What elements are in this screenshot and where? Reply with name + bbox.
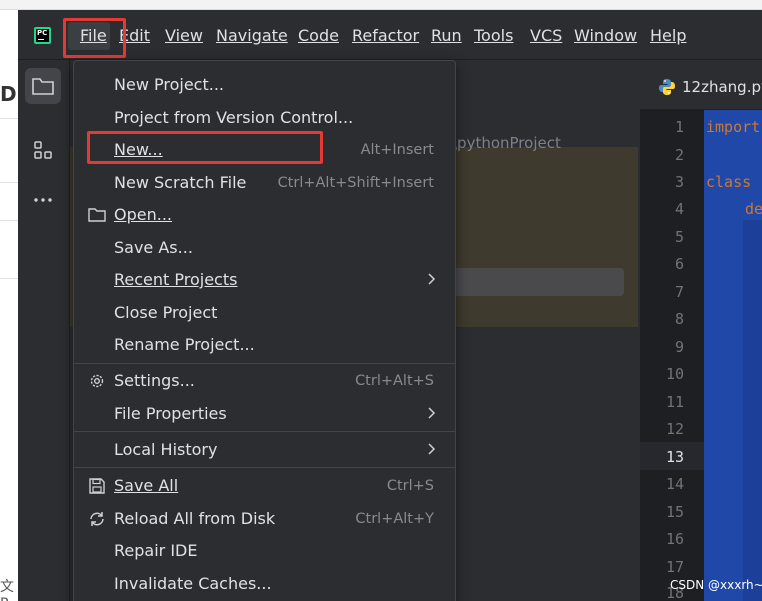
menu-separator xyxy=(74,431,455,432)
project-path: \pythonProject xyxy=(452,134,561,152)
line-number: 1 xyxy=(674,118,684,136)
menu-item-shortcut: Alt+Insert xyxy=(360,142,434,158)
line-number: 17 xyxy=(665,558,684,576)
menu-item-repair-ide[interactable]: Repair IDE xyxy=(74,535,455,567)
menu-item-label: Settings... xyxy=(114,371,195,390)
menu-item-invalidate-caches[interactable]: Invalidate Caches... xyxy=(74,568,455,600)
menu-item-label: Recent Projects xyxy=(114,270,238,289)
menu-item-label: Rename Project... xyxy=(114,335,255,354)
menu-item-shortcut: Ctrl+S xyxy=(386,478,434,494)
divider xyxy=(0,118,18,119)
menu-item-label: Local History xyxy=(114,440,218,459)
line-number: 3 xyxy=(674,173,684,191)
menu-item-save-all[interactable]: Save All Ctrl+S xyxy=(74,470,455,502)
menu-item-label: New Project... xyxy=(114,75,224,94)
divider xyxy=(0,182,18,183)
line-number: 10 xyxy=(665,365,684,383)
menu-code[interactable]: Code xyxy=(298,25,339,47)
line-number-current: 13 xyxy=(665,448,684,466)
menu-item-label: Repair IDE xyxy=(114,541,198,560)
menu-separator xyxy=(74,363,455,364)
chevron-right-icon xyxy=(428,273,436,285)
menu-item-close-project[interactable]: Close Project xyxy=(74,297,455,329)
new-item-red-annotation xyxy=(87,131,323,164)
menu-item-shortcut: Ctrl+Alt+Shift+Insert xyxy=(277,175,434,191)
menu-item-open[interactable]: Open... xyxy=(74,199,455,231)
page-left-edge: DI 文P xyxy=(0,10,24,601)
save-icon xyxy=(89,478,105,494)
editor-tab-label[interactable]: 12zhang.py xyxy=(682,78,762,96)
menu-item-new-project[interactable]: New Project... xyxy=(74,69,455,101)
line-number: 4 xyxy=(674,200,684,218)
logo-text: PC xyxy=(37,29,48,37)
code-keyword: class xyxy=(706,173,752,191)
menu-item-label: New Scratch File xyxy=(114,173,247,192)
folder-icon xyxy=(88,208,106,222)
tool-window-bar xyxy=(18,60,70,601)
line-number: 6 xyxy=(674,255,684,273)
menu-item-reload-all[interactable]: Reload All from Disk Ctrl+Alt+Y xyxy=(74,503,455,535)
menu-window[interactable]: Window xyxy=(574,25,637,47)
menu-run[interactable]: Run xyxy=(431,25,462,47)
menu-item-rename-project[interactable]: Rename Project... xyxy=(74,329,455,361)
menu-separator xyxy=(74,467,455,468)
menu-navigate[interactable]: Navigate xyxy=(216,25,288,47)
code-keyword: import xyxy=(706,118,761,136)
line-number: 8 xyxy=(674,310,684,328)
browser-top-strip xyxy=(0,0,762,10)
structure-tool-button[interactable] xyxy=(25,132,61,168)
code-keyword: de xyxy=(745,200,762,218)
menu-item-settings[interactable]: Settings... Ctrl+Alt+S xyxy=(74,365,455,397)
menu-item-recent-projects[interactable]: Recent Projects xyxy=(74,264,455,296)
line-number: 2 xyxy=(674,146,684,164)
menu-item-label: Open... xyxy=(114,205,172,224)
menu-tools[interactable]: Tools xyxy=(474,25,513,47)
gear-icon xyxy=(90,374,104,388)
menu-item-label: Invalidate Caches... xyxy=(114,574,272,593)
line-number: 7 xyxy=(674,283,684,301)
line-number: 14 xyxy=(665,475,684,493)
divider xyxy=(0,220,18,221)
menu-item-label: Save As... xyxy=(114,238,193,257)
line-number: 5 xyxy=(674,228,684,246)
more-icon xyxy=(34,198,52,202)
code-block-indent xyxy=(743,220,762,601)
chevron-right-icon xyxy=(428,443,436,455)
menu-view[interactable]: View xyxy=(165,25,203,47)
menu-item-label: File Properties xyxy=(114,404,227,423)
menu-item-new-scratch-file[interactable]: New Scratch File Ctrl+Alt+Shift+Insert xyxy=(74,167,455,199)
python-file-icon xyxy=(659,79,675,95)
reload-icon xyxy=(90,512,104,526)
pycharm-logo[interactable]: PC xyxy=(34,27,51,44)
menu-item-label: Project from Version Control... xyxy=(114,108,354,127)
menu-help[interactable]: Help xyxy=(650,25,686,47)
ide-window: PC File Edit View Navigate Code Refactor… xyxy=(18,10,762,601)
more-tools-button[interactable] xyxy=(25,182,61,218)
page-fragment-text: 文P xyxy=(0,579,14,601)
folder-icon xyxy=(32,78,54,95)
menu-vcs[interactable]: VCS xyxy=(530,25,562,47)
menu-item-shortcut: Ctrl+Alt+S xyxy=(355,373,434,389)
menu-item-label: Close Project xyxy=(114,303,218,322)
menu-item-project-from-vcs[interactable]: Project from Version Control... xyxy=(74,102,455,134)
watermark: CSDN @xxxrh~ xyxy=(670,578,762,592)
line-number: 12 xyxy=(665,420,684,438)
menu-item-label: Save All xyxy=(114,476,179,495)
menu-item-local-history[interactable]: Local History xyxy=(74,434,455,466)
menu-item-file-properties[interactable]: File Properties xyxy=(74,398,455,430)
menu-item-save-as[interactable]: Save As... xyxy=(74,232,455,264)
line-number: 9 xyxy=(674,338,684,356)
project-tool-button[interactable] xyxy=(25,68,61,104)
line-number: 15 xyxy=(665,503,684,521)
line-number: 11 xyxy=(665,393,684,411)
structure-icon xyxy=(34,141,52,159)
menu-item-shortcut: Ctrl+Alt+Y xyxy=(355,511,434,527)
file-menu-red-annotation xyxy=(63,18,126,58)
chevron-right-icon xyxy=(428,407,436,419)
menu-item-label: Reload All from Disk xyxy=(114,509,276,528)
divider xyxy=(0,278,18,279)
menu-refactor[interactable]: Refactor xyxy=(352,25,419,47)
line-number: 16 xyxy=(665,530,684,548)
